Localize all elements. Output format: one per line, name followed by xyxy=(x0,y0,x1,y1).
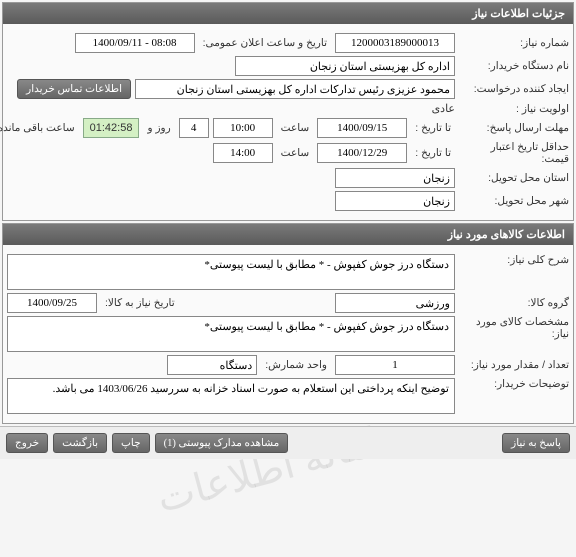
to-date-label-2: تا تاریخ : xyxy=(411,147,455,159)
notes-label: توضیحات خریدار: xyxy=(459,378,569,390)
notes-field[interactable] xyxy=(7,378,455,414)
city-field[interactable] xyxy=(335,191,455,211)
date-need-label: تاریخ نیاز به کالا: xyxy=(101,297,179,309)
view-attachments-button[interactable]: مشاهده مدارک پیوستی (1) xyxy=(155,433,289,453)
announce-label: تاریخ و ساعت اعلان عمومی: xyxy=(199,37,331,49)
remain-label: ساعت باقی مانده xyxy=(0,122,79,134)
print-button[interactable]: چاپ xyxy=(112,433,150,453)
desc-field[interactable] xyxy=(7,254,455,290)
back-button[interactable]: بازگشت xyxy=(53,433,107,453)
respond-button[interactable]: پاسخ به نیاز xyxy=(502,433,570,453)
creator-label: ایجاد کننده درخواست: xyxy=(459,83,569,95)
panel2-title: اطلاعات کالاهای مورد نیاز xyxy=(3,224,573,245)
announce-field[interactable] xyxy=(75,33,195,53)
time-label-1: ساعت xyxy=(277,122,314,134)
countdown-timer: 01:42:58 xyxy=(83,118,140,138)
validity-date-field[interactable] xyxy=(317,143,407,163)
days-and-label: روز و xyxy=(143,122,174,134)
unit-label: واحد شمارش: xyxy=(261,359,331,371)
deadline-date-field[interactable] xyxy=(317,118,407,138)
priority-value: عادی xyxy=(432,102,455,115)
to-date-label-1: تا تاریخ : xyxy=(411,122,455,134)
city-label: شهر محل تحویل: xyxy=(459,195,569,207)
priority-label: اولویت نیاز : xyxy=(459,103,569,115)
date-need-field[interactable] xyxy=(7,293,97,313)
creator-field[interactable] xyxy=(135,79,455,99)
validity-label: حداقل تاریخ اعتبار قیمت: xyxy=(459,141,569,165)
unit-field[interactable] xyxy=(167,355,257,375)
time-label-2: ساعت xyxy=(277,147,314,159)
days-remain-field xyxy=(179,118,209,138)
group-field[interactable] xyxy=(335,293,455,313)
goods-info-panel: اطلاعات کالاهای مورد نیاز شرح کلی نیاز: … xyxy=(2,223,574,424)
group-label: گروه کالا: xyxy=(459,297,569,309)
spec-label: مشخصات کالای مورد نیاز: xyxy=(459,316,569,340)
province-field[interactable] xyxy=(335,168,455,188)
contact-buyer-button[interactable]: اطلاعات تماس خریدار xyxy=(17,79,131,99)
buyer-field[interactable] xyxy=(235,56,455,76)
exit-button[interactable]: خروج xyxy=(6,433,48,453)
footer-bar: خروج بازگشت چاپ مشاهده مدارک پیوستی (1) … xyxy=(0,426,576,459)
desc-label: شرح کلی نیاز: xyxy=(459,254,569,266)
deadline-time-field[interactable] xyxy=(213,118,273,138)
buyer-label: نام دستگاه خریدار: xyxy=(459,60,569,72)
province-label: استان محل تحویل: xyxy=(459,172,569,184)
deadline-label: مهلت ارسال پاسخ: xyxy=(459,122,569,134)
need-number-field[interactable] xyxy=(335,33,455,53)
need-number-label: شماره نیاز: xyxy=(459,37,569,49)
need-details-panel: جزئیات اطلاعات نیاز شماره نیاز: تاریخ و … xyxy=(2,2,574,221)
panel1-title: جزئیات اطلاعات نیاز xyxy=(3,3,573,24)
qty-label: تعداد / مقدار مورد نیاز: xyxy=(459,359,569,371)
validity-time-field[interactable] xyxy=(213,143,273,163)
qty-field[interactable] xyxy=(335,355,455,375)
spec-field[interactable] xyxy=(7,316,455,352)
